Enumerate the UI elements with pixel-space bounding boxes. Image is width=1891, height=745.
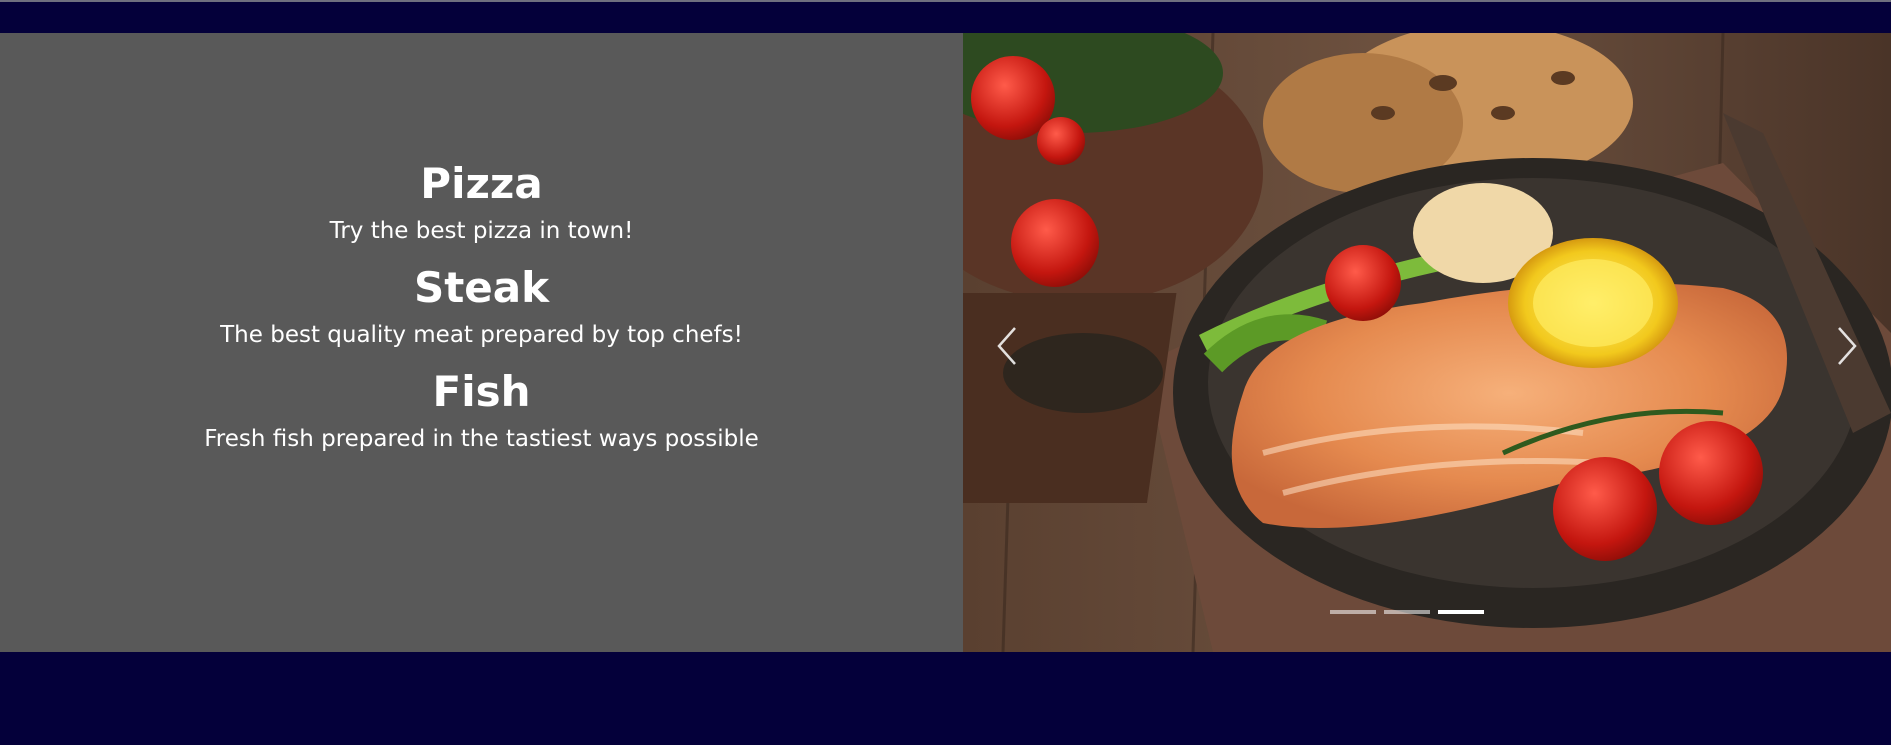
menu-item-description: Try the best pizza in town! (329, 218, 634, 245)
carousel-indicators (963, 610, 1871, 614)
footer (0, 652, 1891, 745)
menu-item-pizza: Pizza Try the best pizza in town! (0, 159, 963, 247)
menu-item-description: Fresh fish prepared in the tastiest ways… (204, 426, 759, 453)
menu-list: Pizza Try the best pizza in town! Steak … (0, 159, 963, 473)
carousel-slide-image (963, 33, 1891, 652)
menu-item-title: Fish (432, 367, 531, 417)
menu-item-title: Steak (413, 263, 550, 313)
menu-item-fish: Fish Fresh fish prepared in the tastiest… (0, 367, 963, 455)
top-bar (0, 0, 1891, 33)
menu-item-title: Pizza (420, 159, 543, 208)
menu-item-description: The best quality meat prepared by top ch… (220, 322, 743, 349)
carousel-indicator-1[interactable] (1330, 610, 1376, 614)
carousel-indicator-2[interactable] (1384, 610, 1430, 614)
carousel-next-button[interactable] (1817, 316, 1877, 376)
carousel-indicator-3[interactable] (1438, 610, 1484, 614)
chevron-right-icon (1838, 327, 1857, 365)
carousel-prev-button[interactable] (977, 316, 1037, 376)
menu-panel: Pizza Try the best pizza in town! Steak … (0, 33, 963, 652)
image-carousel (963, 33, 1891, 652)
chevron-left-icon (997, 327, 1016, 365)
menu-item-steak: Steak The best quality meat prepared by … (0, 263, 963, 351)
